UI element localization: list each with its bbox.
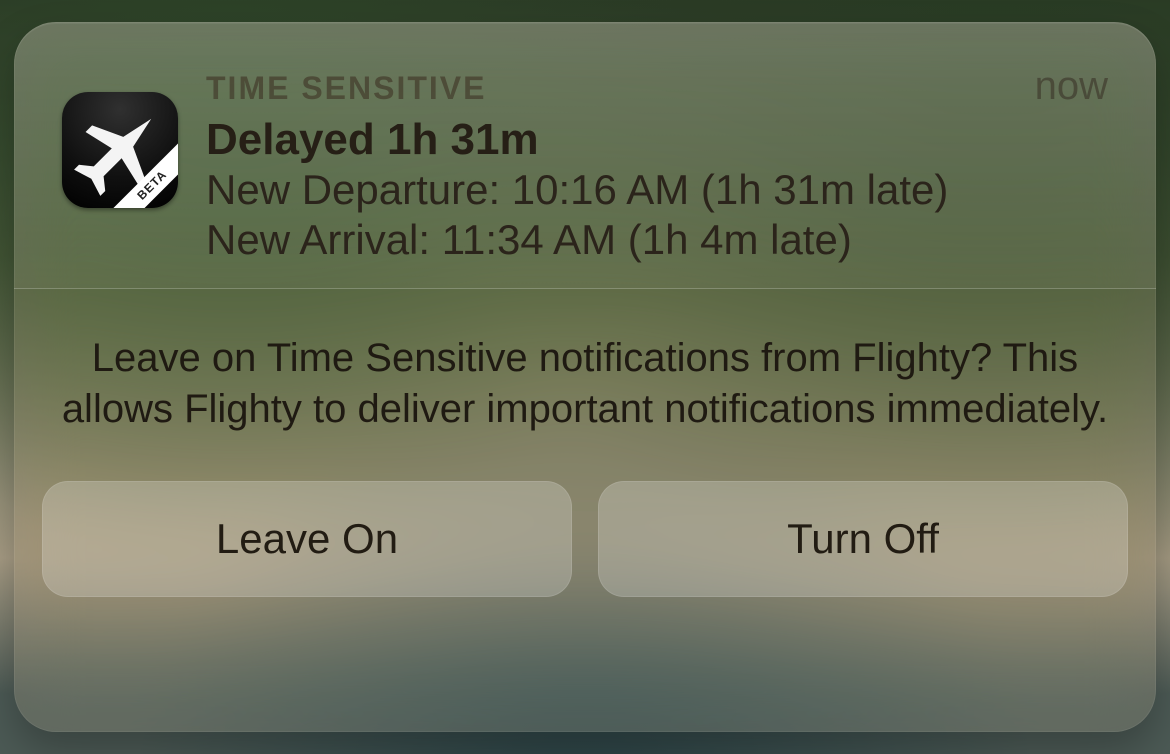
notification-text: TIME SENSITIVE now Delayed 1h 31m New De… [206,64,1108,264]
app-icon: BETA [62,92,178,208]
notification-timestamp: now [1035,64,1108,109]
leave-on-button[interactable]: Leave On [42,481,572,597]
notification-card: BETA TIME SENSITIVE now Delayed 1h 31m N… [14,22,1156,732]
turn-off-button[interactable]: Turn Off [598,481,1128,597]
notification-body-line: New Departure: 10:16 AM (1h 31m late) [206,165,1108,215]
prompt-text: Leave on Time Sensitive notifications fr… [42,333,1128,435]
notification-body-line: New Arrival: 11:34 AM (1h 4m late) [206,215,1108,265]
time-sensitive-badge: TIME SENSITIVE [206,70,486,107]
notification-header: BETA TIME SENSITIVE now Delayed 1h 31m N… [14,22,1156,289]
prompt-button-row: Leave On Turn Off [42,481,1128,597]
notification-title: Delayed 1h 31m [206,115,1108,165]
notification-prompt: Leave on Time Sensitive notifications fr… [14,289,1156,732]
